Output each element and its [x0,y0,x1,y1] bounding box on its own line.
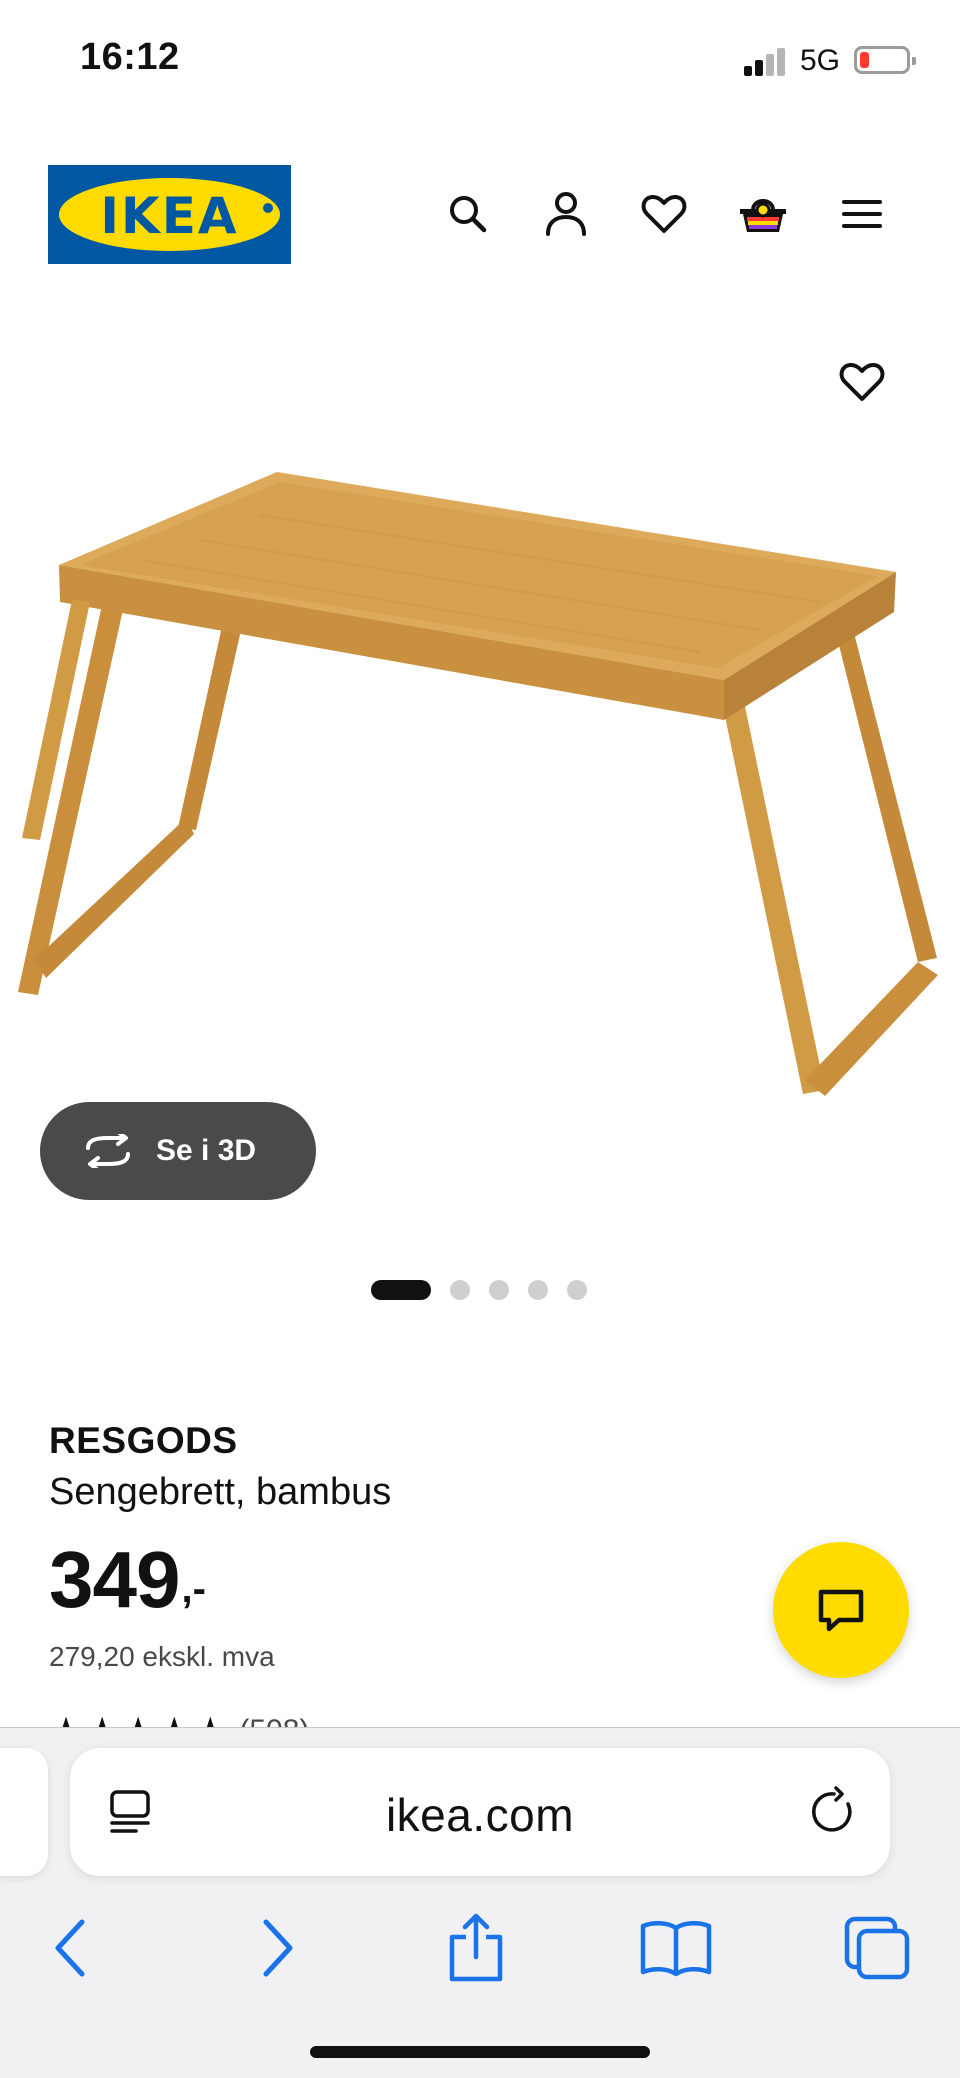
carousel-dot-active[interactable] [371,1280,431,1300]
product-info: RESGODS Sengebrett, bambus 349 ,- 279,20… [49,1415,749,1753]
logo-wordmark: IKEA [100,187,239,245]
rotate-3d-icon [86,1134,130,1168]
network-type: 5G [800,44,841,77]
home-indicator[interactable] [310,2046,650,2058]
share-icon[interactable] [436,1908,516,1988]
price: 349 ,- [49,1537,749,1627]
product-name: RESGODS [49,1420,238,1461]
carousel-pagination [371,1280,606,1300]
price-excluding-vat: 279,20 ekskl. mva [49,1641,275,1672]
chat-button[interactable] [773,1542,909,1678]
product-gallery[interactable]: Se i 3D [0,300,960,1300]
back-icon[interactable] [30,1908,110,1988]
account-icon[interactable] [538,186,594,242]
chat-icon [818,1589,864,1632]
shopping-bag-icon[interactable] [735,186,791,242]
browser-bottom-bar: ikea.com [0,1727,960,2078]
price-suffix: ,- [181,1567,206,1611]
signal-strength-icon [744,48,785,76]
ikea-logo[interactable]: IKEA [48,165,291,264]
wishlist-heart-icon[interactable] [636,186,692,242]
menu-icon[interactable] [834,186,890,242]
carousel-dot[interactable] [489,1280,509,1300]
carousel-dot[interactable] [567,1280,587,1300]
previous-tab-preview[interactable] [0,1748,48,1876]
status-bar: 16:12 5G [0,0,960,120]
url-text: ikea.com [385,1789,575,1841]
view-in-3d-button[interactable]: Se i 3D [40,1102,316,1200]
bookmarks-icon[interactable] [636,1908,716,1988]
view-in-3d-label: Se i 3D [156,1134,257,1167]
carousel-dot[interactable] [450,1280,470,1300]
product-description: Sengebrett, bambus [49,1471,392,1513]
address-bar[interactable]: ikea.com [70,1748,890,1876]
reload-icon[interactable] [808,1786,860,1838]
browser-toolbar [0,1896,960,1996]
price-amount: 349 [49,1535,180,1624]
product-image[interactable] [0,430,960,1130]
status-time: 16:12 [80,36,180,78]
tabs-icon[interactable] [838,1908,918,1988]
carousel-dot[interactable] [528,1280,548,1300]
search-icon[interactable] [440,186,496,242]
add-to-wishlist-heart-icon[interactable] [832,352,892,412]
site-header: IKEA [0,160,960,270]
forward-icon[interactable] [238,1908,318,1988]
battery-icon [854,46,916,74]
